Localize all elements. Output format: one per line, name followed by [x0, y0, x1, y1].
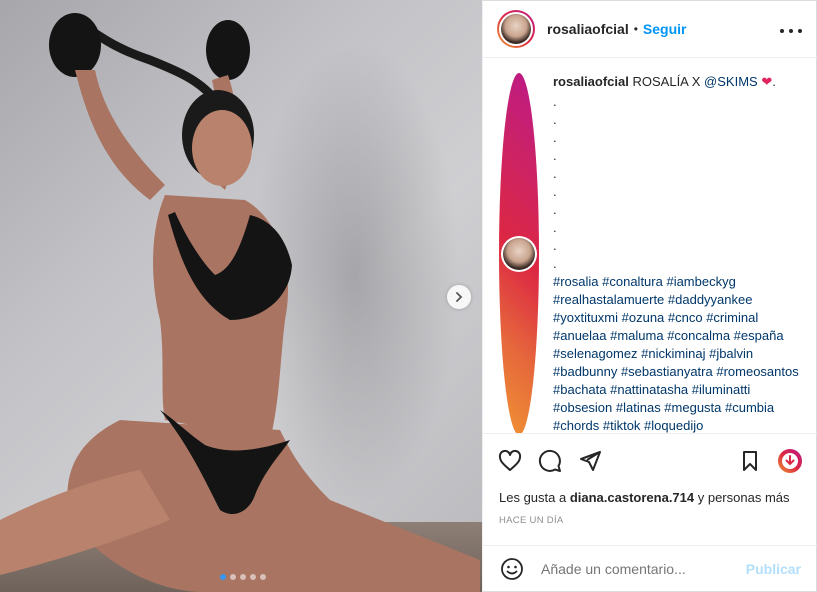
likes-suffix[interactable]: y personas más	[694, 490, 790, 505]
caption-body: ROSALÍA X	[632, 74, 705, 89]
caption-dot: .	[553, 112, 557, 127]
send-icon[interactable]	[577, 448, 603, 474]
author-username[interactable]: rosaliaofcial	[547, 21, 629, 37]
caption-dot: .	[553, 94, 557, 109]
heart-icon[interactable]	[497, 448, 523, 474]
post-photo	[0, 13, 480, 592]
caption-text: rosaliaofcial ROSALÍA X @SKIMS ❤. . . . …	[553, 73, 801, 433]
comment-icon[interactable]	[537, 448, 563, 474]
caption-dot-lines: . . . . . . . . . .	[553, 93, 801, 273]
likes-prefix: Les gusta a	[499, 490, 570, 505]
author-avatar[interactable]	[497, 9, 535, 48]
caption-dot: .	[553, 166, 557, 181]
caption-dot: .	[553, 220, 557, 235]
caption-dot: .	[553, 256, 557, 271]
caption-dot: .	[553, 148, 557, 163]
post-media[interactable]	[0, 0, 482, 592]
emoji-icon[interactable]	[499, 556, 525, 582]
carousel-indicator	[220, 574, 266, 580]
carousel-dot	[220, 574, 226, 580]
caption-dot: .	[553, 130, 557, 145]
caption-username[interactable]: rosaliaofcial	[553, 74, 629, 89]
carousel-dot	[240, 574, 246, 580]
likes-summary: Les gusta a diana.castorena.714 y person…	[499, 490, 790, 505]
caption-section: rosaliaofcial ROSALÍA X @SKIMS ❤. . . . …	[483, 59, 817, 433]
comment-input[interactable]	[539, 560, 746, 578]
post-timestamp[interactable]: HACE UN DÍA	[499, 515, 564, 526]
caption-hashtags[interactable]: #rosalia #conaltura #iambeckyg #realhast…	[553, 273, 801, 433]
bookmark-icon[interactable]	[737, 448, 763, 474]
caption-mention[interactable]: @SKIMS	[704, 74, 758, 89]
carousel-dot	[260, 574, 266, 580]
chevron-right-icon	[456, 292, 463, 302]
next-slide-button[interactable]	[447, 285, 471, 309]
caption-dot: .	[553, 202, 557, 217]
more-options-icon[interactable]	[779, 18, 803, 39]
comment-bar: Publicar	[483, 545, 817, 592]
post-side-panel: rosaliaofcial • Seguir rosaliaofcial ROS…	[482, 0, 817, 592]
caption-dot: .	[553, 184, 557, 199]
caption-period: .	[772, 74, 776, 89]
likes-user[interactable]: diana.castorena.714	[570, 490, 694, 505]
caption-avatar[interactable]	[499, 73, 539, 433]
carousel-dot	[250, 574, 256, 580]
heart-emoji: ❤	[761, 74, 773, 89]
publish-button[interactable]: Publicar	[746, 561, 801, 577]
caption-dot: .	[553, 238, 557, 253]
follow-button[interactable]: Seguir	[643, 21, 687, 37]
separator-dot: •	[633, 21, 638, 36]
download-extension-icon[interactable]	[777, 448, 803, 474]
carousel-dot	[230, 574, 236, 580]
post-header: rosaliaofcial • Seguir	[483, 0, 817, 58]
post-actions	[483, 433, 817, 488]
